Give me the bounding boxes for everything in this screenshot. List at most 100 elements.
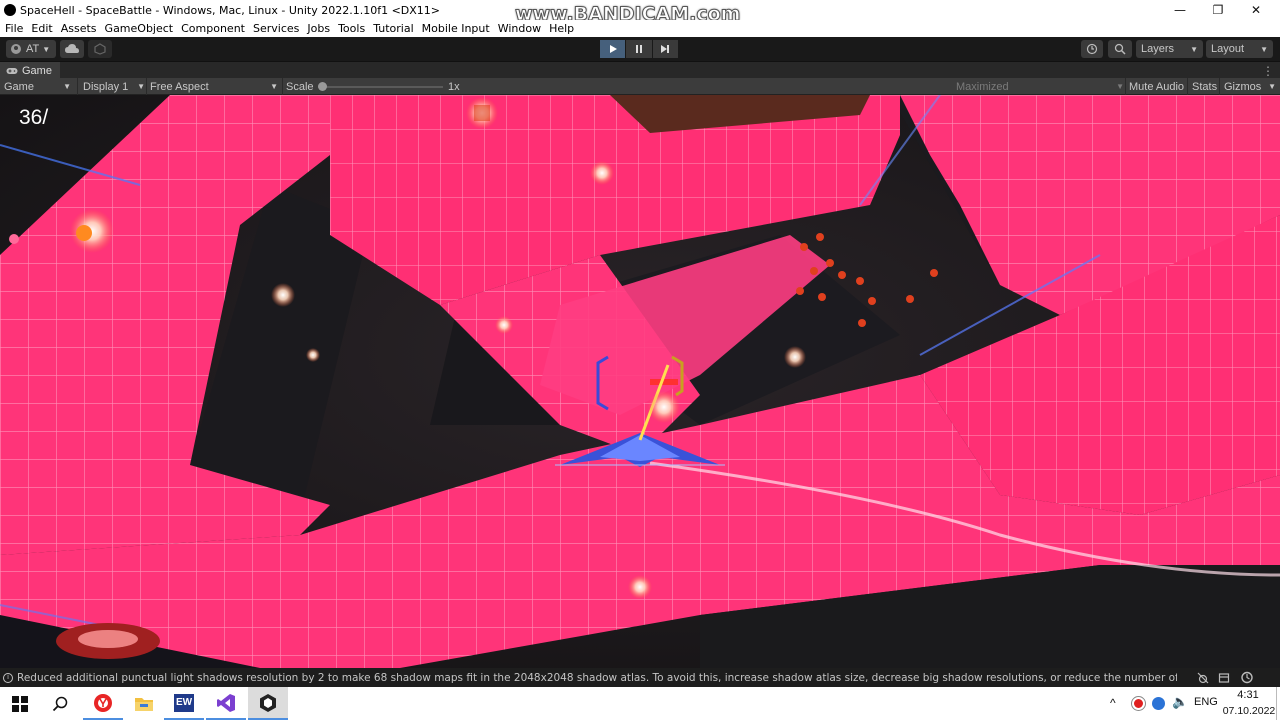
chevron-down-icon: ▼ <box>1268 82 1276 91</box>
menu-mobile-input[interactable]: Mobile Input <box>422 22 490 35</box>
collab-icon <box>94 43 106 55</box>
yandex-browser-icon <box>94 693 112 712</box>
console-message: Reduced additional punctual light shadow… <box>17 671 1177 684</box>
debug-icon[interactable] <box>1197 672 1209 684</box>
gizmos-dropdown[interactable]: Gizmos ▼ <box>1224 78 1276 95</box>
ew-icon: EW <box>174 693 194 712</box>
view-dropdown[interactable]: Game ▼ <box>4 78 74 95</box>
clock-date[interactable]: 07.10.2022 <box>1222 705 1276 717</box>
taskbar-search-button[interactable] <box>40 687 80 720</box>
history-button[interactable] <box>1081 40 1103 58</box>
menu-help[interactable]: Help <box>549 22 574 35</box>
language-indicator[interactable]: ENG <box>1194 696 1218 708</box>
aspect-dropdown[interactable]: Free Aspect ▼ <box>150 78 278 95</box>
chevron-down-icon: ▼ <box>270 82 278 91</box>
tray-overflow-icon[interactable]: ^ <box>1110 696 1116 710</box>
info-icon: i <box>3 672 13 683</box>
menu-component[interactable]: Component <box>181 22 245 35</box>
search-icon <box>1114 43 1126 55</box>
account-icon <box>11 44 21 54</box>
maximize-button[interactable]: ❐ <box>1200 0 1236 20</box>
pause-button[interactable] <box>626 40 652 58</box>
play-button[interactable] <box>600 40 626 58</box>
window-title: SpaceHell - SpaceBattle - Windows, Mac, … <box>20 3 441 17</box>
account-label: AT <box>26 43 40 55</box>
maximized-dropdown[interactable]: Maximized ▼ <box>956 78 1124 95</box>
menu-file[interactable]: File <box>5 22 23 35</box>
game-scene <box>0 95 1280 668</box>
layers-dropdown[interactable]: Layers ▼ <box>1136 40 1203 58</box>
layers-label: Layers <box>1141 43 1175 55</box>
recording-icon[interactable] <box>1132 697 1145 710</box>
chevron-down-icon: ▼ <box>1116 82 1124 91</box>
view-label: Game <box>4 80 34 93</box>
chevron-down-icon: ▼ <box>1260 44 1268 54</box>
search-button[interactable] <box>1108 40 1132 58</box>
score-counter: 36/ <box>19 106 49 129</box>
menu-gameobject[interactable]: GameObject <box>105 22 174 35</box>
taskbar-explorer[interactable] <box>124 687 164 720</box>
step-icon <box>661 45 670 53</box>
chevron-down-icon: ▼ <box>1190 44 1198 54</box>
chevron-down-icon: ▼ <box>63 82 71 91</box>
mute-audio-toggle[interactable]: Mute Audio <box>1129 78 1184 95</box>
separator <box>1219 78 1220 95</box>
taskbar-unity[interactable] <box>248 687 288 720</box>
game-viewport[interactable]: 36/ <box>0 95 1280 668</box>
cache-icon[interactable] <box>1218 672 1230 684</box>
clock-time[interactable]: 4:31 <box>1225 689 1271 701</box>
layout-dropdown[interactable]: Layout ▼ <box>1206 40 1273 58</box>
step-button[interactable] <box>652 40 678 58</box>
start-button[interactable] <box>0 687 40 720</box>
pause-record-icon[interactable] <box>1152 697 1165 710</box>
unity-logo-icon <box>4 4 16 16</box>
taskbar-ew-app[interactable]: EW <box>164 687 204 720</box>
taskbar-visual-studio[interactable] <box>206 687 246 720</box>
main-toolbar: AT ▼ Layers ▼ Layout ▼ <box>0 37 1280 61</box>
separator <box>146 78 147 95</box>
unity-icon <box>260 693 276 712</box>
panel-menu-icon[interactable]: ⋮ <box>1262 64 1274 78</box>
volume-icon[interactable]: 🔈 <box>1172 694 1188 710</box>
menu-window[interactable]: Window <box>498 22 541 35</box>
play-icon <box>609 45 617 53</box>
scale-slider-track[interactable] <box>318 86 443 88</box>
tab-game[interactable]: Game <box>0 62 60 79</box>
cloud-icon <box>65 44 79 53</box>
separator <box>77 78 78 95</box>
cloud-button[interactable] <box>60 40 84 58</box>
menu-jobs[interactable]: Jobs <box>307 22 330 35</box>
scale-label: Scale <box>286 80 314 93</box>
layout-label: Layout <box>1211 43 1245 55</box>
windows-logo-icon <box>12 695 28 712</box>
menu-bar: File Edit Assets GameObject Component Se… <box>0 20 1280 37</box>
menu-tutorial[interactable]: Tutorial <box>373 22 413 35</box>
folder-icon <box>135 697 153 711</box>
menu-tools[interactable]: Tools <box>338 22 365 35</box>
collab-button[interactable] <box>88 40 112 58</box>
separator <box>1187 78 1188 95</box>
minimize-button[interactable]: — <box>1162 0 1198 20</box>
separator <box>1125 78 1126 95</box>
taskbar-yandex[interactable] <box>83 687 123 720</box>
aspect-label: Free Aspect <box>150 80 209 93</box>
search-icon <box>52 696 68 711</box>
stats-toggle[interactable]: Stats <box>1192 78 1217 95</box>
separator <box>282 78 283 95</box>
maximized-label: Maximized <box>956 80 1009 93</box>
chevron-down-icon: ▼ <box>137 82 145 91</box>
account-dropdown[interactable]: AT ▼ <box>6 40 56 58</box>
console-status-bar[interactable]: i Reduced additional punctual light shad… <box>0 668 1280 687</box>
windows-taskbar: EW ^ 🔈 ENG 4:31 07.10.2022 <box>0 687 1280 720</box>
show-desktop-button[interactable] <box>1276 687 1280 720</box>
scale-slider-handle[interactable] <box>318 82 327 91</box>
menu-edit[interactable]: Edit <box>31 22 52 35</box>
tab-game-label: Game <box>22 64 52 77</box>
gizmos-label: Gizmos <box>1224 80 1262 93</box>
close-button[interactable]: ✕ <box>1238 0 1274 20</box>
pause-icon <box>635 45 642 53</box>
menu-assets[interactable]: Assets <box>61 22 97 35</box>
visual-studio-icon <box>217 693 235 712</box>
menu-services[interactable]: Services <box>253 22 299 35</box>
display-dropdown[interactable]: Display 1 ▼ <box>83 78 145 95</box>
